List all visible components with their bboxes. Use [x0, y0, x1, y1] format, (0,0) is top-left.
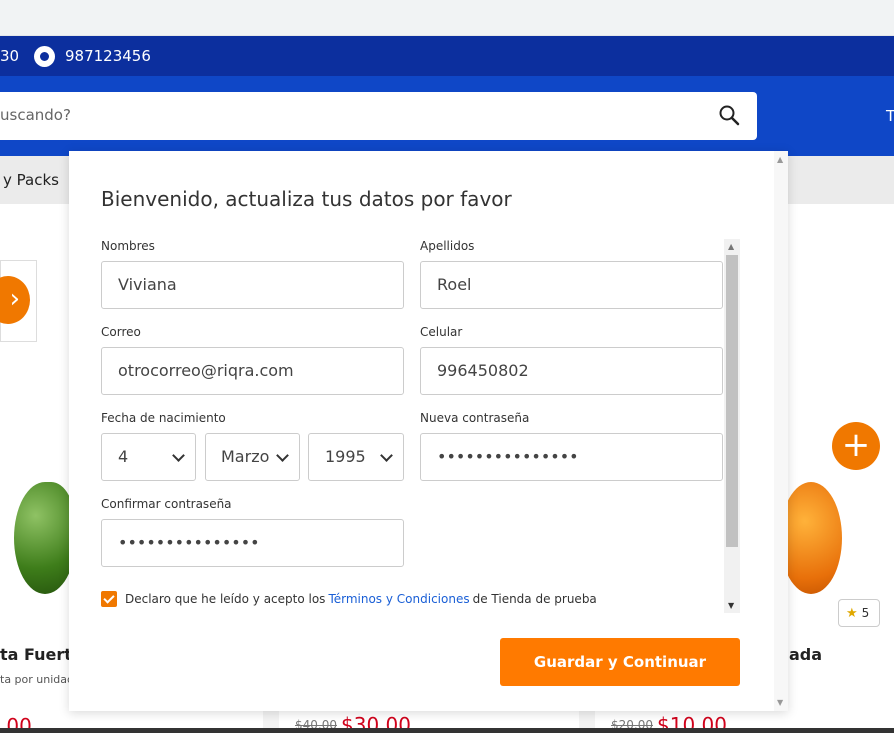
avocado-image	[14, 482, 76, 594]
search-bar: uscando?	[0, 76, 894, 156]
chevron-down-icon	[172, 449, 185, 462]
top-contact-bar: 30 987123456	[0, 36, 894, 76]
category-item-packs[interactable]: y Packs	[3, 171, 59, 189]
chevron-down-icon	[380, 449, 393, 462]
new-password-field[interactable]: •••••••••••••••	[420, 433, 723, 481]
celular-label: Celular	[420, 325, 463, 339]
star-icon: ★	[846, 606, 858, 621]
confirm-password-label: Confirmar contraseña	[101, 497, 232, 511]
scrollbar-thumb[interactable]	[726, 255, 738, 547]
terms-suffix: de Tienda de prueba	[472, 592, 597, 606]
apellidos-label: Apellidos	[420, 239, 475, 253]
terms-prefix: Declaro que he leído y acepto los	[125, 592, 326, 606]
browser-top-strip	[0, 0, 894, 36]
rating-value: 5	[861, 606, 870, 620]
scroll-up-icon[interactable]: ▲	[777, 155, 783, 164]
scroll-up-icon[interactable]: ▲	[728, 242, 734, 251]
update-profile-modal: Bienvenido, actualiza tus datos por favo…	[69, 151, 788, 711]
add-to-cart-icon[interactable]: +	[832, 422, 880, 470]
phone-field[interactable]: 996450802	[420, 347, 723, 395]
apellidos-field[interactable]: Roel	[420, 261, 723, 309]
product-unit: ta por unidad	[0, 673, 74, 686]
nombres-label: Nombres	[101, 239, 155, 253]
correo-label: Correo	[101, 325, 141, 339]
nombres-field[interactable]: Viviana	[101, 261, 404, 309]
terms-row: Declaro que he leído y acepto los Términ…	[101, 591, 597, 607]
birth-month-value: Marzo	[221, 447, 270, 466]
new-password-label: Nueva contraseña	[420, 411, 530, 425]
bottom-strip	[0, 728, 894, 733]
terms-link[interactable]: Términos y Condiciones	[328, 592, 469, 606]
rating-badge: ★ 5	[838, 599, 880, 627]
search-input[interactable]: uscando?	[0, 92, 757, 140]
scroll-down-icon[interactable]: ▼	[777, 698, 783, 707]
scroll-down-icon[interactable]: ▼	[728, 601, 734, 610]
terms-checkbox[interactable]	[101, 591, 117, 607]
birth-year-select[interactable]: 1995	[308, 433, 404, 481]
save-continue-button[interactable]: Guardar y Continuar	[500, 638, 740, 686]
search-icon[interactable]	[718, 104, 740, 126]
profile-form: Nombres Viviana Apellidos Roel Correo ot…	[101, 239, 741, 615]
modal-scrollbar[interactable]: ▲ ▼	[774, 151, 788, 711]
header-right-link[interactable]: T	[886, 107, 894, 125]
modal-title: Bienvenido, actualiza tus datos por favo…	[101, 187, 512, 211]
email-field[interactable]: otrocorreo@riqra.com	[101, 347, 404, 395]
birth-year-value: 1995	[325, 447, 366, 466]
product-name[interactable]: ada	[789, 645, 822, 664]
confirm-password-field[interactable]: •••••••••••••••	[101, 519, 404, 567]
chevron-down-icon	[276, 449, 289, 462]
birth-month-select[interactable]: Marzo	[205, 433, 300, 481]
birth-day-value: 4	[118, 447, 129, 466]
orange-image	[780, 482, 842, 594]
form-scrollbar[interactable]: ▲ ▼	[724, 239, 740, 613]
birthdate-label: Fecha de nacimiento	[101, 411, 226, 425]
phone-number[interactable]: 987123456	[65, 47, 151, 65]
whatsapp-icon	[34, 46, 55, 67]
birth-day-select[interactable]: 4	[101, 433, 196, 481]
hours-text: 30	[0, 47, 20, 65]
